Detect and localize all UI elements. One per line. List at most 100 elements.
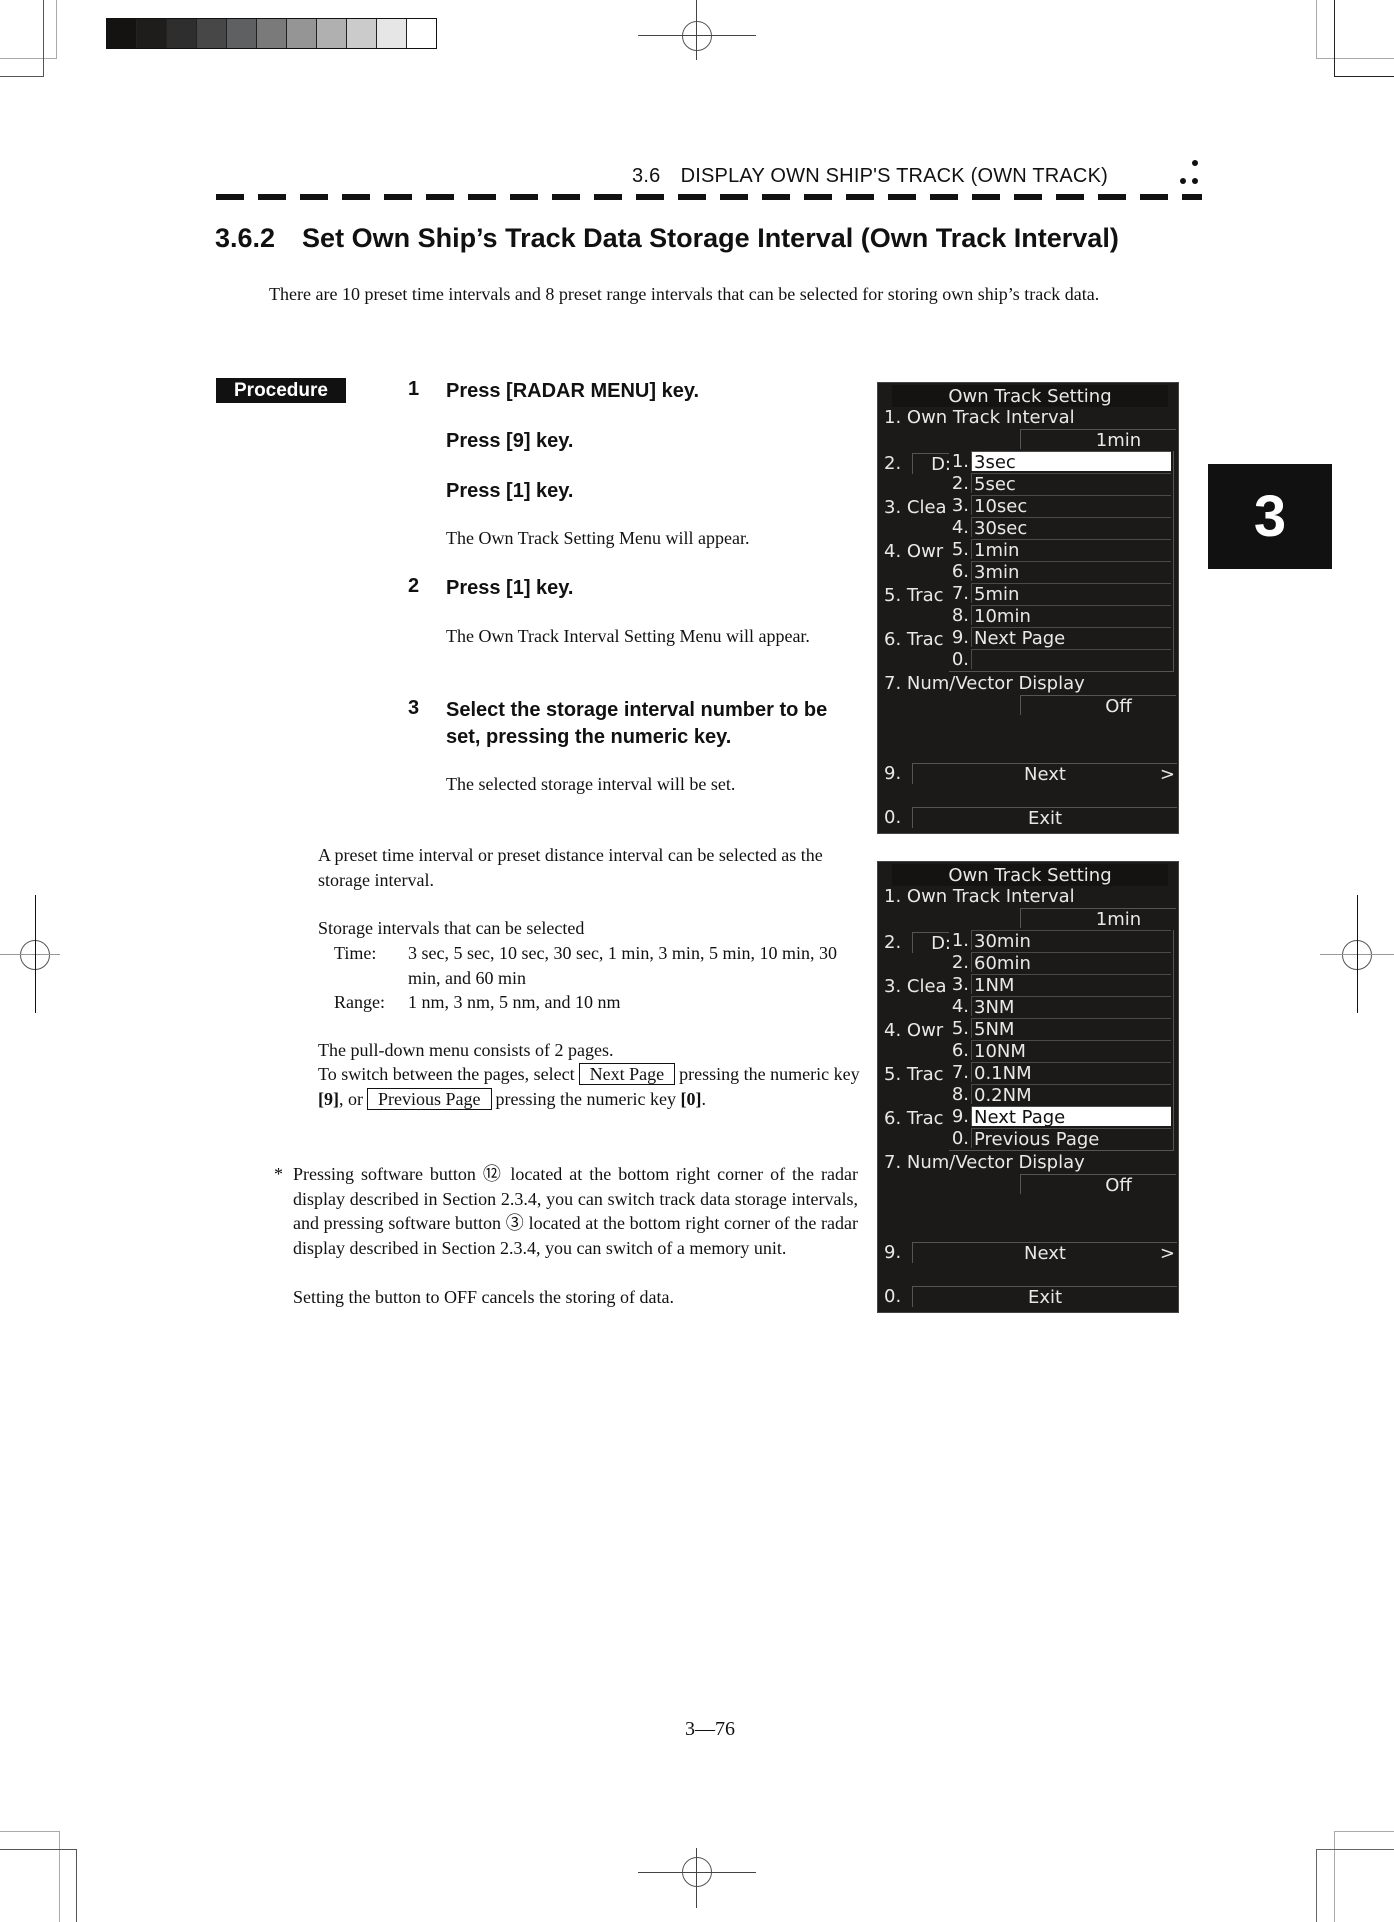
interval-option[interactable]: 2. 60min: [949, 952, 1173, 974]
step-instruction: Press [1] key.: [446, 577, 574, 599]
menu-item-2-number[interactable]: 2.: [884, 932, 901, 954]
interval-option[interactable]: 7. 5min: [949, 583, 1173, 605]
gray-scale-swatch: [107, 19, 136, 48]
option-number: 1.: [951, 930, 969, 951]
interval-option[interactable]: 3. 1NM: [949, 974, 1173, 996]
interval-option[interactable]: 9. Next Page: [949, 627, 1173, 649]
step-instruction: Press [9] key.: [446, 430, 574, 452]
gray-scale-swatch: [256, 19, 286, 48]
option-label: 1min: [971, 539, 1171, 561]
interval-option[interactable]: 0. Previous Page: [949, 1128, 1173, 1150]
option-number: 3.: [951, 495, 969, 516]
menu-item-own[interactable]: 4. Owr: [884, 1020, 943, 1042]
interval-option[interactable]: 7. 0.1NM: [949, 1062, 1173, 1084]
interval-dropdown[interactable]: 1. 30min 2. 60min 3. 1NM 4. 3NM 5. 5NM 6. 10NM 7. 0.1…: [949, 930, 1174, 1151]
interval-option[interactable]: 8. 0.2NM: [949, 1084, 1173, 1106]
option-label: 60min: [971, 952, 1171, 974]
menu-title: Own Track Setting: [892, 385, 1168, 407]
own-track-interval-value[interactable]: 1min: [1020, 429, 1176, 451]
exit-number: 0.: [884, 1286, 902, 1307]
option-label: Next Page: [971, 1106, 1171, 1128]
next-number: 9.: [884, 1242, 902, 1263]
key-0: [0]: [680, 1088, 702, 1109]
procedure-badge: Procedure: [216, 378, 346, 403]
own-track-interval-value[interactable]: 1min: [1020, 908, 1176, 930]
option-label: Next Page: [971, 627, 1171, 649]
option-number: 9.: [951, 627, 969, 648]
page-switch-instructions: To switch between the pages, select Next …: [318, 1062, 863, 1111]
menu-item-clear[interactable]: 3. Clea: [884, 976, 947, 998]
interval-option[interactable]: 4. 30sec: [949, 517, 1173, 539]
header-dots-ornament: [1176, 160, 1204, 188]
previous-page-key-label: Previous Page: [367, 1087, 492, 1110]
gray-scale-swatch: [316, 19, 346, 48]
menu-item-track-6[interactable]: 6. Trac: [884, 629, 944, 651]
num-vector-display-value[interactable]: Off: [1020, 1174, 1176, 1196]
gray-scale-calibration-bar: [106, 18, 437, 49]
interval-option[interactable]: 9. Next Page: [949, 1106, 1173, 1128]
interval-option[interactable]: 8. 10min: [949, 605, 1173, 627]
interval-option[interactable]: 2. 5sec: [949, 473, 1173, 495]
gray-scale-swatch: [376, 19, 406, 48]
option-number: 1.: [951, 451, 969, 472]
text: pressing the numeric key: [495, 1088, 676, 1109]
page-number: 3—76: [685, 1718, 735, 1740]
step-description: The Own Track Setting Menu will appear.: [446, 528, 750, 548]
menu-item-clear[interactable]: 3. Clea: [884, 497, 947, 519]
step-number: 2: [408, 575, 420, 597]
option-label: Previous Page: [971, 1128, 1171, 1150]
menu-item-2-value-text: D:: [931, 454, 951, 475]
option-label: [971, 649, 1171, 669]
menu-item-num-vector-display[interactable]: 7. Num/Vector Display: [884, 1152, 1085, 1174]
interval-option[interactable]: 1. 30min: [949, 930, 1173, 952]
step-description: The Own Track Interval Setting Menu will…: [446, 626, 810, 646]
exit-button[interactable]: Exit: [912, 807, 1177, 829]
option-label: 30sec: [971, 517, 1171, 539]
gray-scale-swatch: [136, 19, 166, 48]
step-instruction: Press [RADAR MENU] key.: [446, 380, 700, 402]
chevron-right-icon: >: [1159, 1243, 1175, 1264]
interval-option[interactable]: 6. 10NM: [949, 1040, 1173, 1062]
option-label: 3NM: [971, 996, 1171, 1018]
menu-item-track-5[interactable]: 5. Trac: [884, 585, 944, 607]
menu-item-own-track-interval[interactable]: 1. Own Track Interval: [884, 886, 1075, 908]
menu-item-2-number[interactable]: 2.: [884, 453, 901, 475]
option-number: 5.: [951, 1018, 969, 1039]
storage-intervals-heading: Storage intervals that can be selected: [318, 918, 585, 938]
interval-dropdown[interactable]: 1. 3sec 2. 5sec 3. 10sec 4. 30sec 5. 1min 6. 3min 7.…: [949, 451, 1174, 672]
menu-item-2-value[interactable]: D:: [912, 453, 951, 475]
section-intro: There are 10 preset time intervals and 8…: [269, 284, 1100, 304]
num-vector-display-value[interactable]: Off: [1020, 695, 1176, 717]
gray-scale-swatch: [226, 19, 256, 48]
option-label: 10sec: [971, 495, 1171, 517]
menu-item-track-5[interactable]: 5. Trac: [884, 1064, 944, 1086]
option-number: 7.: [951, 583, 969, 604]
next-button[interactable]: Next >: [912, 1242, 1177, 1264]
menu-item-track-6[interactable]: 6. Trac: [884, 1108, 944, 1130]
interval-option[interactable]: 5. 1min: [949, 539, 1173, 561]
menu-item-num-vector-display[interactable]: 7. Num/Vector Display: [884, 673, 1085, 695]
interval-option[interactable]: 3. 10sec: [949, 495, 1173, 517]
option-label: 5sec: [971, 473, 1171, 495]
interval-option[interactable]: 6. 3min: [949, 561, 1173, 583]
menu-item-own-track-interval[interactable]: 1. Own Track Interval: [884, 407, 1075, 429]
menu-item-2-value[interactable]: D:: [912, 932, 951, 954]
option-label: 0.2NM: [971, 1084, 1171, 1106]
step-number: 1: [408, 378, 420, 400]
interval-option[interactable]: 1. 3sec: [949, 451, 1173, 473]
menu-title: Own Track Setting: [892, 864, 1168, 886]
interval-option[interactable]: 0.: [949, 649, 1173, 671]
interval-option[interactable]: 5. 5NM: [949, 1018, 1173, 1040]
range-label: Range:: [334, 992, 385, 1012]
next-button[interactable]: Next >: [912, 763, 1177, 785]
asterisk: *: [274, 1164, 283, 1184]
option-label: 0.1NM: [971, 1062, 1171, 1084]
menu-item-2-value-text: D:: [931, 933, 951, 954]
option-number: 0.: [951, 1128, 969, 1149]
gray-scale-swatch: [166, 19, 196, 48]
menu-item-own[interactable]: 4. Owr: [884, 541, 943, 563]
exit-button[interactable]: Exit: [912, 1286, 1177, 1308]
option-label: 5NM: [971, 1018, 1171, 1040]
interval-option[interactable]: 4. 3NM: [949, 996, 1173, 1018]
step-description: The selected storage interval will be se…: [446, 774, 736, 794]
